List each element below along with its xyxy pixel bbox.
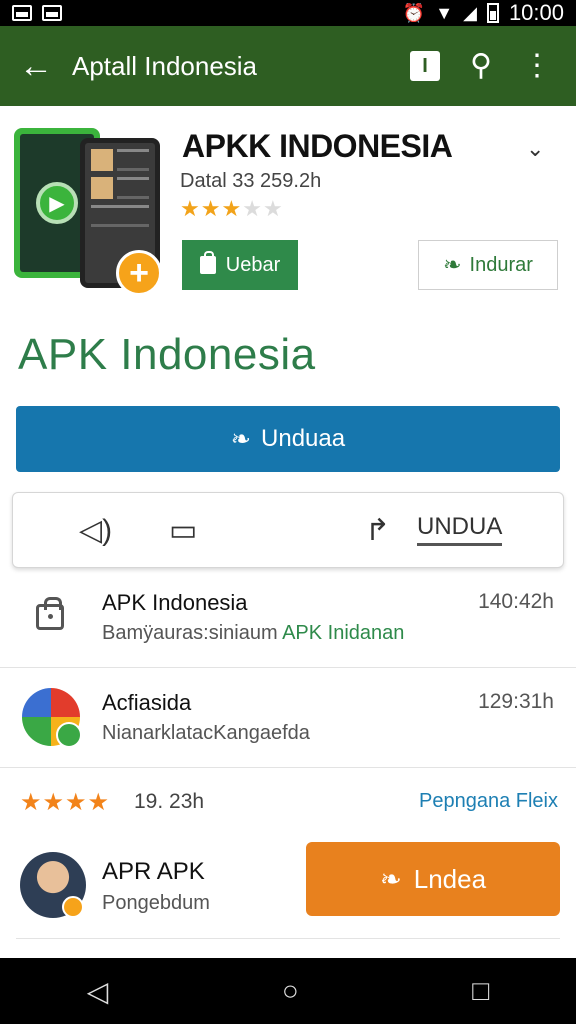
wifi-icon: ▼ bbox=[435, 3, 454, 23]
comment-icon[interactable]: ▭ bbox=[169, 513, 197, 548]
star-filled-icon: ★ bbox=[200, 196, 222, 221]
list-item[interactable]: Acfiasida NianarklatacKangaefda 129:31h bbox=[0, 668, 576, 768]
star-filled-icon: ★ bbox=[180, 196, 201, 221]
list-item-subtitle: NianarklatacKangaefda bbox=[102, 722, 310, 744]
arrow-left-icon: ← bbox=[19, 46, 53, 85]
install-button-label: Uebar bbox=[225, 253, 281, 276]
more-vert-icon[interactable]: ⋮ bbox=[522, 51, 552, 81]
app-bar-title: Aptall Indonesia bbox=[72, 50, 258, 81]
lock-icon bbox=[22, 588, 80, 646]
system-nav-bar: ◁ ○ □ bbox=[0, 958, 576, 1024]
leaf-icon: ❧ bbox=[443, 252, 462, 277]
recents-square-icon[interactable]: □ bbox=[472, 975, 489, 1007]
app-meta: Datal 33 259.2h bbox=[180, 170, 322, 192]
app-bar: ← Aptall Indonesia I ⚲ ⋮ bbox=[0, 26, 576, 106]
app-screenshot: ▶ + bbox=[14, 128, 164, 298]
app-bar-actions: I ⚲ ⋮ bbox=[410, 51, 576, 81]
star-filled-icon: ★ bbox=[20, 789, 43, 816]
chevron-down-icon[interactable]: ⌄ bbox=[526, 136, 544, 162]
share-icon[interactable]: ↱ bbox=[365, 513, 390, 548]
verified-badge-icon bbox=[62, 896, 84, 918]
rating-stars: ★★★★★ bbox=[180, 196, 284, 222]
user-row-subtitle: Pongebdum bbox=[102, 892, 210, 914]
info-button[interactable]: I bbox=[410, 51, 441, 81]
download-notification-icon bbox=[42, 5, 62, 21]
status-bar: ⏰ ▼ ◢ 10:00 bbox=[0, 0, 576, 26]
share-label[interactable]: UNDUA bbox=[417, 513, 503, 546]
back-triangle-icon[interactable]: ◁ bbox=[87, 975, 109, 1008]
leaf-icon: ❧ bbox=[379, 863, 402, 894]
star-empty-icon: ★ bbox=[262, 196, 284, 221]
app-name-heading: APKK INDONESIA bbox=[182, 128, 453, 164]
rating-text: 19. 23h bbox=[134, 790, 205, 813]
colorful-app-icon bbox=[22, 688, 82, 748]
volume-icon[interactable]: ◁) bbox=[79, 513, 112, 548]
back-button[interactable]: ← bbox=[0, 26, 72, 106]
image-notification-icon bbox=[12, 5, 32, 21]
play-icon: ▶ bbox=[36, 182, 78, 224]
divider bbox=[16, 938, 560, 939]
shopping-bag-icon bbox=[199, 251, 216, 274]
page-title: APK Indonesia bbox=[18, 330, 316, 379]
star-filled-icon: ★ bbox=[87, 789, 111, 816]
star-filled-icon: ★ bbox=[221, 196, 243, 221]
list-item[interactable]: APK Indonesia Bamÿauras:siniaum APK Inid… bbox=[0, 568, 576, 668]
status-right: ⏰ ▼ ◢ 10:00 bbox=[403, 0, 564, 26]
list-item-time: 129:31h bbox=[478, 690, 554, 713]
alarm-icon: ⏰ bbox=[402, 3, 426, 23]
list-item-title: Acfiasida bbox=[102, 690, 192, 715]
rating-row: ★★★★ 19. 23h Pepngana Fleix bbox=[0, 770, 576, 834]
search-icon[interactable]: ⚲ bbox=[470, 51, 492, 81]
secondary-button-label: Indurar bbox=[469, 253, 533, 276]
install-button[interactable]: Uebar bbox=[182, 240, 298, 290]
app-header: ▶ + APKK INDONESIA ⌄ Datal 33 259.2h ★★★… bbox=[0, 106, 576, 316]
rating-stars: ★★★★ bbox=[20, 788, 110, 817]
action-card: ◁) ▭ ↱ UNDUA bbox=[12, 492, 564, 568]
user-row-title: APR APK bbox=[102, 858, 205, 885]
home-circle-icon[interactable]: ○ bbox=[282, 975, 299, 1007]
leaf-icon: ❧ bbox=[230, 425, 252, 453]
list-item-title: APK Indonesia bbox=[102, 590, 248, 615]
rating-link[interactable]: Pepngana Fleix bbox=[419, 790, 558, 813]
status-time: 10:00 bbox=[508, 0, 564, 25]
list-item-time: 140:42h bbox=[478, 590, 554, 613]
action-button-label: Lndea bbox=[413, 863, 487, 894]
star-filled-icon: ★ bbox=[65, 789, 88, 816]
download-button-label: Unduaa bbox=[261, 425, 346, 452]
download-button[interactable]: ❧ Unduaa bbox=[16, 406, 560, 472]
battery-icon bbox=[486, 3, 499, 23]
secondary-button[interactable]: ❧ Indurar bbox=[418, 240, 558, 290]
add-icon[interactable]: + bbox=[116, 250, 162, 296]
list-item-subtitle: Bamÿauras:siniaum APK Inidanan bbox=[102, 622, 405, 644]
star-empty-icon: ★ bbox=[242, 196, 263, 221]
star-filled-icon: ★ bbox=[42, 789, 66, 816]
action-button[interactable]: ❧ Lndea bbox=[306, 842, 560, 916]
status-left bbox=[12, 5, 62, 21]
signal-icon: ◢ bbox=[463, 3, 477, 23]
